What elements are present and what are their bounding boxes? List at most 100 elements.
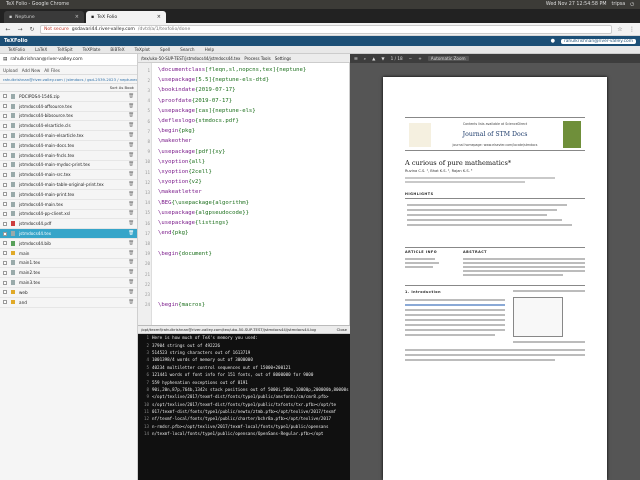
clock[interactable]: Wed Nov 27 12:54:58 PM xyxy=(546,2,607,7)
browser-tab-texfolio[interactable]: ▪ TeX Folio × xyxy=(86,11,166,23)
code-line[interactable]: 3 \bookindate{2019-07-17} xyxy=(138,85,349,95)
file-checkbox[interactable] xyxy=(3,202,7,207)
menu-texplot[interactable]: TeXplot xyxy=(135,47,150,52)
forward-arrow-icon[interactable]: → xyxy=(16,25,24,33)
code-line[interactable]: 22 xyxy=(138,279,349,289)
pdf-viewer[interactable]: Contents lists available at ScienceDirec… xyxy=(350,63,640,480)
file-item[interactable]: jstmdocs44-bibsource.tex 🗑 xyxy=(0,112,137,122)
not-secure-badge[interactable]: Not secure xyxy=(44,27,69,32)
trash-icon[interactable]: 🗑 xyxy=(128,221,134,226)
file-checkbox[interactable] xyxy=(3,300,7,305)
code-line[interactable]: 11 \xyoption{2cell} xyxy=(138,167,349,177)
trash-icon[interactable]: 🗑 xyxy=(128,202,134,207)
trash-icon[interactable]: 🗑 xyxy=(128,290,134,295)
trash-icon[interactable]: 🗑 xyxy=(128,143,134,148)
sidebar-user[interactable]: ▤ rahulkrishnan@river-valley.com xyxy=(0,54,137,66)
file-checkbox[interactable] xyxy=(3,133,7,138)
chrome-menu-icon[interactable]: ⋮ xyxy=(628,25,636,33)
file-checkbox[interactable] xyxy=(3,123,7,128)
search-icon[interactable]: ⌕ xyxy=(364,56,366,61)
file-checkbox[interactable] xyxy=(3,162,7,167)
menu-help[interactable]: Help xyxy=(205,47,215,52)
code-line[interactable]: 9 \usepackage[pdf]{xy} xyxy=(138,147,349,157)
breadcrumb[interactable]: rahulkrishnan@river-valley.com / jstmdoc… xyxy=(0,75,137,84)
menu-texspit[interactable]: TeXSpit xyxy=(57,47,72,52)
trash-icon[interactable]: 🗑 xyxy=(128,133,134,138)
file-checkbox[interactable] xyxy=(3,270,7,275)
file-item[interactable]: and 🗑 xyxy=(0,298,137,308)
file-item[interactable]: jstmdocs44-elsarticle.cls 🗑 xyxy=(0,121,137,132)
settings-button[interactable]: Settings xyxy=(275,56,291,61)
close-log-button[interactable]: Close xyxy=(334,327,347,332)
zoom-in-icon[interactable]: + xyxy=(418,56,422,61)
trash-icon[interactable]: 🗑 xyxy=(128,153,134,158)
code-line[interactable]: 21 xyxy=(138,269,349,279)
sidebar-toggle-icon[interactable]: ☰ xyxy=(354,56,358,61)
code-line[interactable]: 14 \BEG{\usepackage{algorithm} xyxy=(138,198,349,208)
code-line[interactable]: 12 \xyoption{v2} xyxy=(138,177,349,187)
file-item[interactable]: jstmdocs44.tex 🗑 xyxy=(0,229,137,239)
trash-icon[interactable]: 🗑 xyxy=(128,104,134,109)
add-new-button[interactable]: Add New xyxy=(22,68,41,73)
log-console[interactable]: 1 Here is how much of TeX's memory you us… xyxy=(138,334,350,480)
trash-icon[interactable]: 🗑 xyxy=(128,182,134,187)
file-checkbox[interactable] xyxy=(3,280,7,285)
file-checkbox[interactable] xyxy=(3,290,7,295)
file-item[interactable]: jstmdocs44.bib 🗑 xyxy=(0,239,137,249)
code-line[interactable]: 19 \begin{document} xyxy=(138,249,349,259)
reload-icon[interactable]: ↻ xyxy=(28,25,36,33)
file-item[interactable]: PDCIPDS4-1546.zip 🗑 xyxy=(0,92,137,102)
file-item[interactable]: jstmdocs44-affsource.tex 🗑 xyxy=(0,102,137,112)
trash-icon[interactable]: 🗑 xyxy=(128,94,134,99)
menu-bibtex[interactable]: BiBTeX xyxy=(110,47,124,52)
code-line[interactable]: 13 \makeatletter xyxy=(138,187,349,197)
file-checkbox[interactable] xyxy=(3,241,7,246)
trash-icon[interactable]: 🗑 xyxy=(128,280,134,285)
process-tools-button[interactable]: Process Tools xyxy=(244,56,270,61)
code-line[interactable]: 7 \begin{pkg} xyxy=(138,126,349,136)
file-checkbox[interactable] xyxy=(3,153,7,158)
back-arrow-icon[interactable]: ← xyxy=(4,25,12,33)
file-checkbox[interactable] xyxy=(3,94,7,99)
file-item[interactable]: jstmdocs44-main-fncls.tex 🗑 xyxy=(0,151,137,161)
code-line[interactable]: 23 xyxy=(138,289,349,299)
trash-icon[interactable]: 🗑 xyxy=(128,300,134,305)
file-item[interactable]: main1.tex 🗑 xyxy=(0,259,137,269)
file-item[interactable]: jstmdocs44-main-elsarticle.tex 🗑 xyxy=(0,131,137,141)
code-line[interactable]: 6 \defleslogo{stmdocs.pdf} xyxy=(138,116,349,126)
file-checkbox[interactable] xyxy=(3,211,7,216)
zoom-out-icon[interactable]: − xyxy=(409,56,413,61)
trash-icon[interactable]: 🗑 xyxy=(128,113,134,118)
file-item[interactable]: jstmdocs44-main-print.tex 🗑 xyxy=(0,190,137,200)
code-line[interactable]: 18 xyxy=(138,238,349,248)
file-item[interactable]: main2.tex 🗑 xyxy=(0,268,137,279)
trash-icon[interactable]: 🗑 xyxy=(128,241,134,246)
file-item[interactable]: jstmdocs44-main-docs.tex 🗑 xyxy=(0,141,137,151)
page-indicator[interactable]: 1 / 18 xyxy=(391,56,403,61)
trash-icon[interactable]: 🗑 xyxy=(128,260,134,265)
code-line[interactable]: 1 \documentclass[fleqn,sl,nopcns,tex]{nep… xyxy=(138,65,349,75)
code-line[interactable]: 4 \proofdate{2019-07-17} xyxy=(138,96,349,106)
file-item[interactable]: jstmdocs44-pp-client.xsl 🗑 xyxy=(0,210,137,220)
file-checkbox[interactable] xyxy=(3,104,7,109)
file-item[interactable]: jstmdocs44.pdf 🗑 xyxy=(0,219,137,230)
trash-icon[interactable]: 🗑 xyxy=(128,192,134,197)
browser-tab-neptune[interactable]: ▪ Neptune × xyxy=(4,11,84,23)
menu-search[interactable]: Search xyxy=(180,47,194,52)
file-item[interactable]: web 🗑 xyxy=(0,288,137,298)
file-checkbox[interactable] xyxy=(3,221,7,226)
trash-icon[interactable]: 🗑 xyxy=(128,231,134,236)
close-tab-icon[interactable]: × xyxy=(157,14,161,20)
user-menu[interactable]: rahulkrishnan@river-valley.com xyxy=(560,38,636,44)
all-files-button[interactable]: All Files xyxy=(44,68,60,73)
sort-as-book-button[interactable]: Sort As Book xyxy=(0,84,137,92)
file-checkbox[interactable] xyxy=(3,260,7,265)
prev-page-icon[interactable]: ▲ xyxy=(372,56,375,61)
file-checkbox[interactable] xyxy=(3,143,7,148)
code-line[interactable]: 24 \begin{macros} xyxy=(138,300,349,310)
file-item[interactable]: jstmdocs44-main-table-original-print.tex… xyxy=(0,180,137,190)
file-item[interactable]: main 🗑 xyxy=(0,249,137,259)
file-checkbox[interactable] xyxy=(3,113,7,118)
file-checkbox[interactable] xyxy=(3,172,7,177)
file-item[interactable]: main3.tex 🗑 xyxy=(0,278,137,288)
